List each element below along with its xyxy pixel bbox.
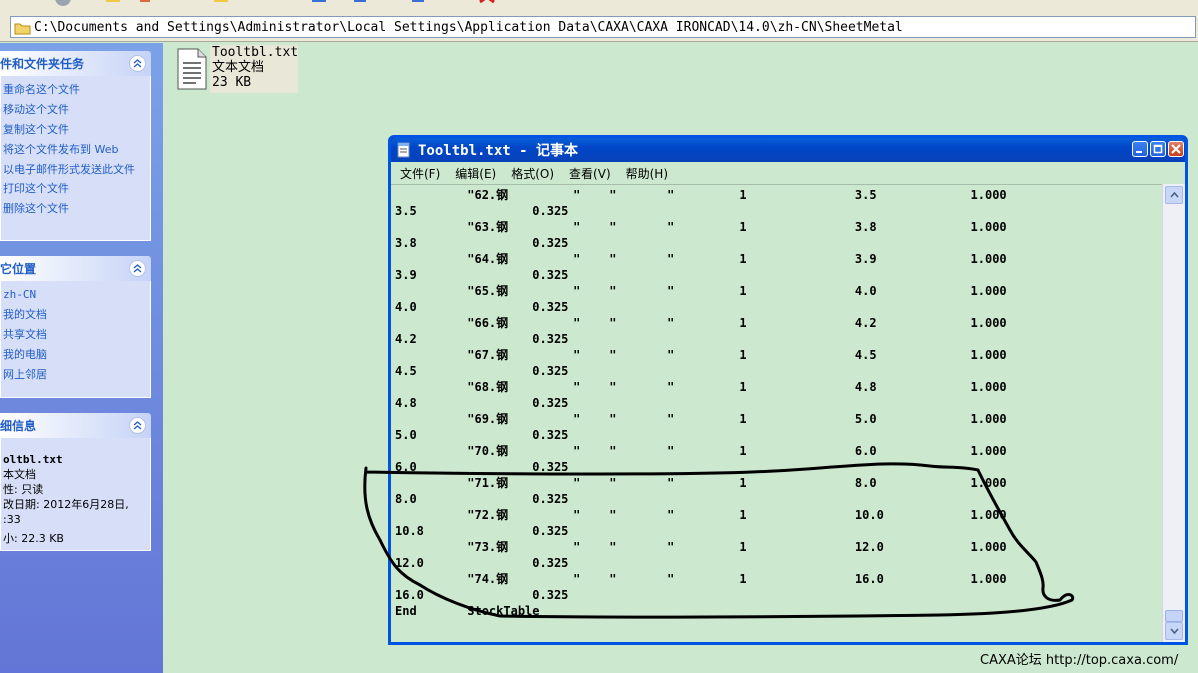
- menu-format[interactable]: 格式(O): [511, 165, 554, 182]
- other-places-panel: 它位置 zh-CN 我的文档 共享文档 我的电脑 网上邻居: [0, 256, 151, 398]
- panel-title: 件和文件夹任务: [0, 57, 85, 71]
- forum-watermark: CAXA论坛 http://top.caxa.com/: [980, 653, 1179, 668]
- notepad-icon: [396, 142, 412, 158]
- collapse-icon[interactable]: [129, 260, 146, 277]
- search-icon[interactable]: [138, 0, 156, 8]
- text-line: End StockTable: [395, 604, 540, 618]
- maximize-button[interactable]: [1150, 141, 1166, 157]
- text-line: 8.0 0.325: [395, 492, 569, 506]
- text-line: 12.0 0.325: [395, 556, 569, 570]
- task-rename-file[interactable]: 重命名这个文件: [3, 80, 150, 100]
- vertical-scrollbar[interactable]: [1162, 184, 1185, 642]
- minimize-button[interactable]: [1132, 141, 1148, 157]
- other-places-header[interactable]: 它位置: [0, 256, 151, 281]
- delete-icon[interactable]: [478, 0, 496, 8]
- text-line: "71.钢 " " " 1 8.0 1.000: [395, 476, 1007, 490]
- file-tasks-header[interactable]: 件和文件夹任务: [0, 51, 151, 76]
- menu-view[interactable]: 查看(V): [569, 165, 611, 182]
- text-file-icon: [174, 45, 210, 91]
- task-pane: 件和文件夹任务 重命名这个文件 移动这个文件 复制这个文件 将这个文件发布到 W…: [0, 43, 163, 673]
- task-print-file[interactable]: 打印这个文件: [3, 179, 150, 199]
- text-line: 4.8 0.325: [395, 396, 569, 410]
- menu-help[interactable]: 帮助(H): [626, 165, 668, 182]
- text-line: "73.钢 " " " 1 12.0 1.000: [395, 540, 1007, 554]
- text-line: "63.钢 " " " 1 3.8 1.000: [395, 220, 1007, 234]
- text-line: 5.0 0.325: [395, 428, 569, 442]
- text-line: 4.0 0.325: [395, 300, 569, 314]
- text-line: 3.8 0.325: [395, 236, 569, 250]
- scroll-up-icon[interactable]: [1165, 186, 1183, 204]
- task-delete-file[interactable]: 删除这个文件: [3, 199, 150, 219]
- file-type: 文本文档: [212, 60, 265, 75]
- text-line: "67.钢 " " " 1 4.5 1.000: [395, 348, 1007, 362]
- explorer-toolbar: [0, 0, 1198, 12]
- file-labels: Tooltbl.txt 文本文档 23 KB: [210, 45, 298, 93]
- file-name: Tooltbl.txt: [212, 45, 299, 60]
- file-size: 23 KB: [212, 75, 252, 90]
- text-line: "74.钢 " " " 1 16.0 1.000: [395, 572, 1007, 586]
- notepad-window: Tooltbl.txt - 记事本 文件(F) 编辑(E) 格式(O) 查看(V…: [388, 135, 1188, 645]
- copy-to-icon[interactable]: [410, 0, 428, 8]
- panel-title: 它位置: [0, 262, 37, 276]
- close-button[interactable]: [1168, 141, 1184, 157]
- detail-filename: oltbl.txt: [3, 453, 63, 466]
- address-bar: C:\Documents and Settings\Administrator\…: [0, 12, 1198, 42]
- text-line: 3.5 0.325: [395, 204, 569, 218]
- views-icon[interactable]: [310, 0, 328, 8]
- file-item[interactable]: Tooltbl.txt 文本文档 23 KB: [174, 45, 310, 93]
- notepad-title: Tooltbl.txt - 记事本: [418, 143, 579, 159]
- text-line: 4.5 0.325: [395, 364, 569, 378]
- text-line: 3.9 0.325: [395, 268, 569, 282]
- details-panel: 细信息 oltbl.txt 本文档 性: 只读 改日期: 2012年6月28日,…: [0, 413, 151, 551]
- text-line: "64.钢 " " " 1 3.9 1.000: [395, 252, 1007, 266]
- folder-icon: [14, 20, 32, 35]
- folders-icon[interactable]: [212, 0, 230, 8]
- place-my-documents[interactable]: 我的文档: [3, 305, 150, 325]
- task-publish-web[interactable]: 将这个文件发布到 Web: [3, 140, 150, 160]
- move-to-icon[interactable]: [352, 0, 370, 8]
- collapse-icon[interactable]: [129, 417, 146, 434]
- menu-edit[interactable]: 编辑(E): [455, 165, 496, 182]
- back-button-icon[interactable]: [54, 0, 72, 8]
- address-input[interactable]: C:\Documents and Settings\Administrator\…: [10, 16, 1196, 38]
- place-zh-cn[interactable]: zh-CN: [3, 285, 150, 305]
- text-line: "72.钢 " " " 1 10.0 1.000: [395, 508, 1007, 522]
- collapse-icon[interactable]: [129, 55, 146, 72]
- task-copy-file[interactable]: 复制这个文件: [3, 120, 150, 140]
- task-email-file[interactable]: 以电子邮件形式发送此文件: [3, 160, 150, 179]
- text-line: 6.0 0.325: [395, 460, 569, 474]
- notepad-menubar: 文件(F) 编辑(E) 格式(O) 查看(V) 帮助(H): [391, 162, 1185, 184]
- scrollbar-thumb[interactable]: [1165, 610, 1183, 622]
- panel-title: 细信息: [0, 419, 37, 433]
- menu-file[interactable]: 文件(F): [400, 165, 440, 182]
- text-line: "65.钢 " " " 1 4.0 1.000: [395, 284, 1007, 298]
- place-network-places[interactable]: 网上邻居: [3, 365, 150, 385]
- detail-attribute: 性: 只读: [3, 483, 44, 496]
- address-path: C:\Documents and Settings\Administrator\…: [34, 19, 903, 35]
- place-shared-documents[interactable]: 共享文档: [3, 325, 150, 345]
- text-line: "70.钢 " " " 1 6.0 1.000: [395, 444, 1007, 458]
- notepad-content: "62.钢 " " " 1 3.5 1.000 3.5 0.325 "63.钢 "…: [395, 187, 1007, 619]
- text-line: "68.钢 " " " 1 4.8 1.000: [395, 380, 1007, 394]
- text-line: "62.钢 " " " 1 3.5 1.000: [395, 188, 1007, 202]
- text-line: 16.0 0.325: [395, 588, 569, 602]
- place-my-computer[interactable]: 我的电脑: [3, 345, 150, 365]
- text-line: 4.2 0.325: [395, 332, 569, 346]
- text-line: "69.钢 " " " 1 5.0 1.000: [395, 412, 1007, 426]
- notepad-titlebar[interactable]: Tooltbl.txt - 记事本: [391, 138, 1185, 162]
- text-line: 10.8 0.325: [395, 524, 569, 538]
- detail-modified-time: :33: [3, 513, 21, 526]
- scroll-down-icon[interactable]: [1165, 622, 1183, 640]
- text-line: "66.钢 " " " 1 4.2 1.000: [395, 316, 1007, 330]
- detail-modified-date: 改日期: 2012年6月28日,: [3, 498, 129, 511]
- details-header[interactable]: 细信息: [0, 413, 151, 438]
- detail-size: 小: 22.3 KB: [3, 532, 64, 545]
- notepad-text-area[interactable]: "62.钢 " " " 1 3.5 1.000 3.5 0.325 "63.钢 "…: [391, 184, 1162, 642]
- folder-up-icon[interactable]: [104, 0, 122, 8]
- task-move-file[interactable]: 移动这个文件: [3, 100, 150, 120]
- detail-filetype: 本文档: [3, 468, 36, 481]
- file-tasks-panel: 件和文件夹任务 重命名这个文件 移动这个文件 复制这个文件 将这个文件发布到 W…: [0, 51, 151, 241]
